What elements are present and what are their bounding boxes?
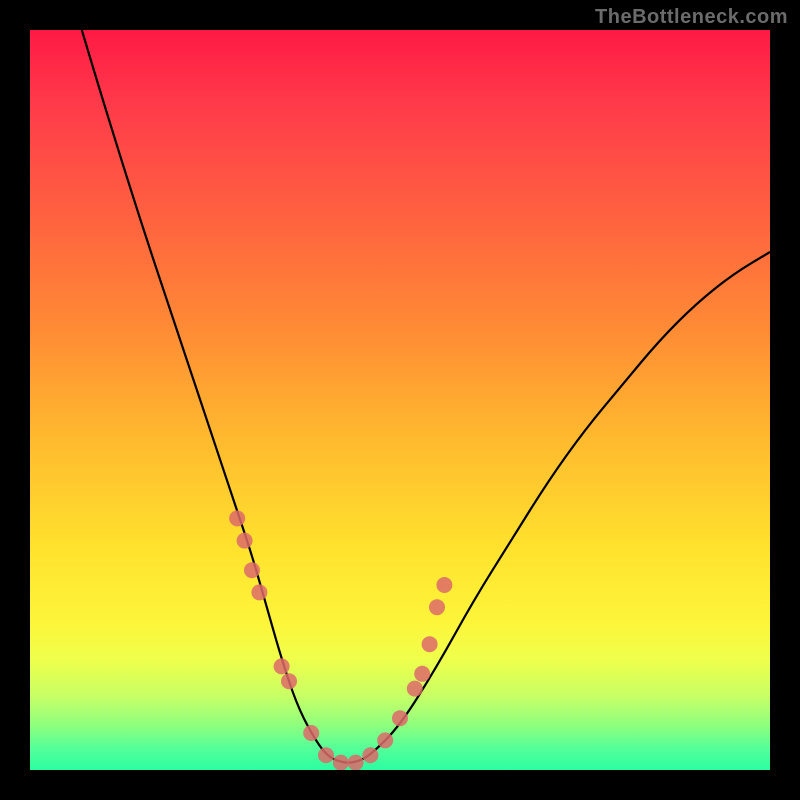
watermark-text: TheBottleneck.com	[595, 6, 788, 29]
curve-marker	[348, 755, 364, 770]
curve-marker	[414, 666, 430, 682]
curve-marker	[229, 510, 245, 526]
curve-marker	[251, 584, 267, 600]
curve-markers	[229, 510, 452, 770]
curve-marker	[244, 562, 260, 578]
curve-marker	[281, 673, 297, 689]
curve-layer	[30, 30, 770, 770]
plot-area	[30, 30, 770, 770]
curve-marker	[436, 577, 452, 593]
curve-marker	[362, 747, 378, 763]
curve-marker	[429, 599, 445, 615]
chart-frame: TheBottleneck.com	[0, 0, 800, 800]
curve-marker	[377, 732, 393, 748]
curve-marker	[407, 681, 423, 697]
curve-marker	[333, 755, 349, 770]
curve-marker	[318, 747, 334, 763]
curve-marker	[303, 725, 319, 741]
curve-marker	[237, 533, 253, 549]
curve-marker	[274, 658, 290, 674]
curve-marker	[422, 636, 438, 652]
bottleneck-curve	[82, 30, 770, 763]
curve-marker	[392, 710, 408, 726]
